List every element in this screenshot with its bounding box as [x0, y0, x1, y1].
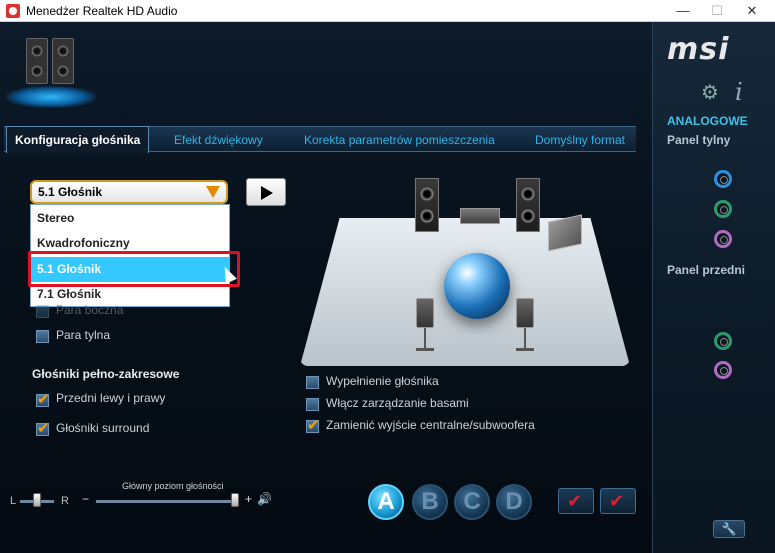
front-jack-green-icon[interactable] [714, 332, 732, 350]
front-left-speaker[interactable] [415, 178, 439, 232]
rear-left-speaker[interactable] [416, 298, 434, 328]
volume-minus-icon: − [82, 492, 90, 506]
rear-pair-checkbox[interactable] [36, 330, 49, 343]
apply-edit-check-button[interactable]: ✔ [600, 488, 636, 514]
side-pair-checkbox[interactable] [36, 305, 49, 318]
close-button[interactable]: ✕ [735, 0, 769, 22]
side-pair-label: Para boczna [56, 303, 124, 317]
option-stereo[interactable]: Stereo [31, 206, 229, 231]
maximize-button[interactable]: ☐ [700, 0, 734, 22]
surround-label: Głośniki surround [56, 421, 150, 435]
info-icon[interactable]: i [735, 78, 743, 106]
main-panel: Konfiguracja głośnika Efekt dźwiękowy Ko… [0, 22, 775, 553]
fullrange-title: Głośniki pełno-zakresowe [32, 367, 180, 381]
wrench-icon[interactable]: 🔧 [713, 520, 745, 538]
listener-orb[interactable] [444, 253, 510, 319]
balance-slider-knob[interactable] [33, 493, 41, 507]
window-title: Menedżer Realtek HD Audio [26, 4, 178, 18]
speaker-left-icon [26, 38, 48, 84]
front-right-speaker[interactable] [516, 178, 540, 232]
msi-logo: msi [667, 32, 730, 67]
volume-plus-icon: + [245, 492, 253, 506]
profile-b-button[interactable]: B [412, 484, 448, 520]
master-volume-label: Główny poziom głośności [122, 481, 224, 491]
rear-jack-blue-icon[interactable] [714, 170, 732, 188]
checkmark-icon: ✔ [567, 491, 583, 511]
front-panel-label: Panel przedni [667, 263, 746, 277]
balance-right-label: R [61, 495, 69, 507]
front-jack-pink-icon[interactable] [714, 361, 732, 379]
tab-speaker-config[interactable]: Konfiguracja głośnika [6, 126, 150, 153]
msi-sidebar: msi ⚙ i ANALOGOWE Panel tylny Panel prze… [652, 22, 775, 553]
selection-highlight-frame [28, 251, 240, 287]
speaker-fill-label: Wypełnienie głośnika [326, 374, 439, 388]
tab-room-correction[interactable]: Korekta parametrów pomieszczenia [304, 127, 495, 153]
profile-d-button[interactable]: D [496, 484, 532, 520]
bass-management-checkbox[interactable] [306, 398, 319, 411]
surround-checkbox[interactable] [36, 419, 50, 437]
rear-jack-green-icon[interactable] [714, 200, 732, 218]
tab-sound-effects[interactable]: Efekt dźwiękowy [174, 127, 263, 153]
rear-panel-label: Panel tylny [667, 133, 731, 147]
speaker-volume-icon[interactable]: 🔊 [257, 492, 272, 506]
speaker-fill-checkbox[interactable] [306, 376, 319, 389]
gear-icon[interactable]: ⚙ [701, 80, 719, 105]
center-speaker[interactable] [460, 208, 500, 224]
rear-left-stand [424, 328, 426, 350]
tab-default-format[interactable]: Domyślny format [535, 127, 625, 153]
speaker-right-icon [52, 38, 74, 84]
rear-right-speaker[interactable] [516, 298, 534, 328]
analog-header: ANALOGOWE [667, 114, 748, 128]
front-lr-checkbox[interactable] [36, 390, 50, 408]
swap-center-sub-label: Zamienić wyjście centralne/subwoofera [326, 418, 535, 432]
device-glow [6, 86, 96, 108]
realtek-app-icon [6, 4, 20, 18]
balance-left-label: L [10, 495, 17, 507]
speaker-config-value: 5.1 Głośnik [38, 185, 103, 199]
bass-management-label: Włącz zarządzanie basami [326, 396, 469, 410]
profile-c-button[interactable]: C [454, 484, 490, 520]
rear-pair-label: Para tylna [56, 328, 111, 342]
rear-right-base [516, 348, 534, 351]
tab-bar: Konfiguracja głośnika Efekt dźwiękowy Ko… [4, 126, 636, 153]
apply-check-button[interactable]: ✔ [558, 488, 594, 514]
swap-center-sub-checkbox[interactable] [306, 416, 320, 434]
master-volume-knob[interactable] [231, 493, 239, 507]
play-test-button[interactable] [246, 178, 286, 206]
window-titlebar: Menedżer Realtek HD Audio — ☐ ✕ [0, 0, 775, 22]
master-volume-track[interactable] [96, 500, 238, 503]
rear-jack-pink-icon[interactable] [714, 230, 732, 248]
dropdown-arrow-icon [206, 186, 220, 198]
rear-left-base [416, 348, 434, 351]
front-lr-label: Przedni lewy i prawy [56, 391, 166, 405]
checkmark-pen-icon: ✔ [609, 491, 625, 511]
minimize-button[interactable]: — [666, 0, 700, 22]
speaker-config-select[interactable]: 5.1 Głośnik [30, 180, 228, 204]
rear-right-stand [524, 328, 526, 350]
speaker-device-icon [0, 26, 100, 108]
profile-a-button[interactable]: A [368, 484, 404, 520]
